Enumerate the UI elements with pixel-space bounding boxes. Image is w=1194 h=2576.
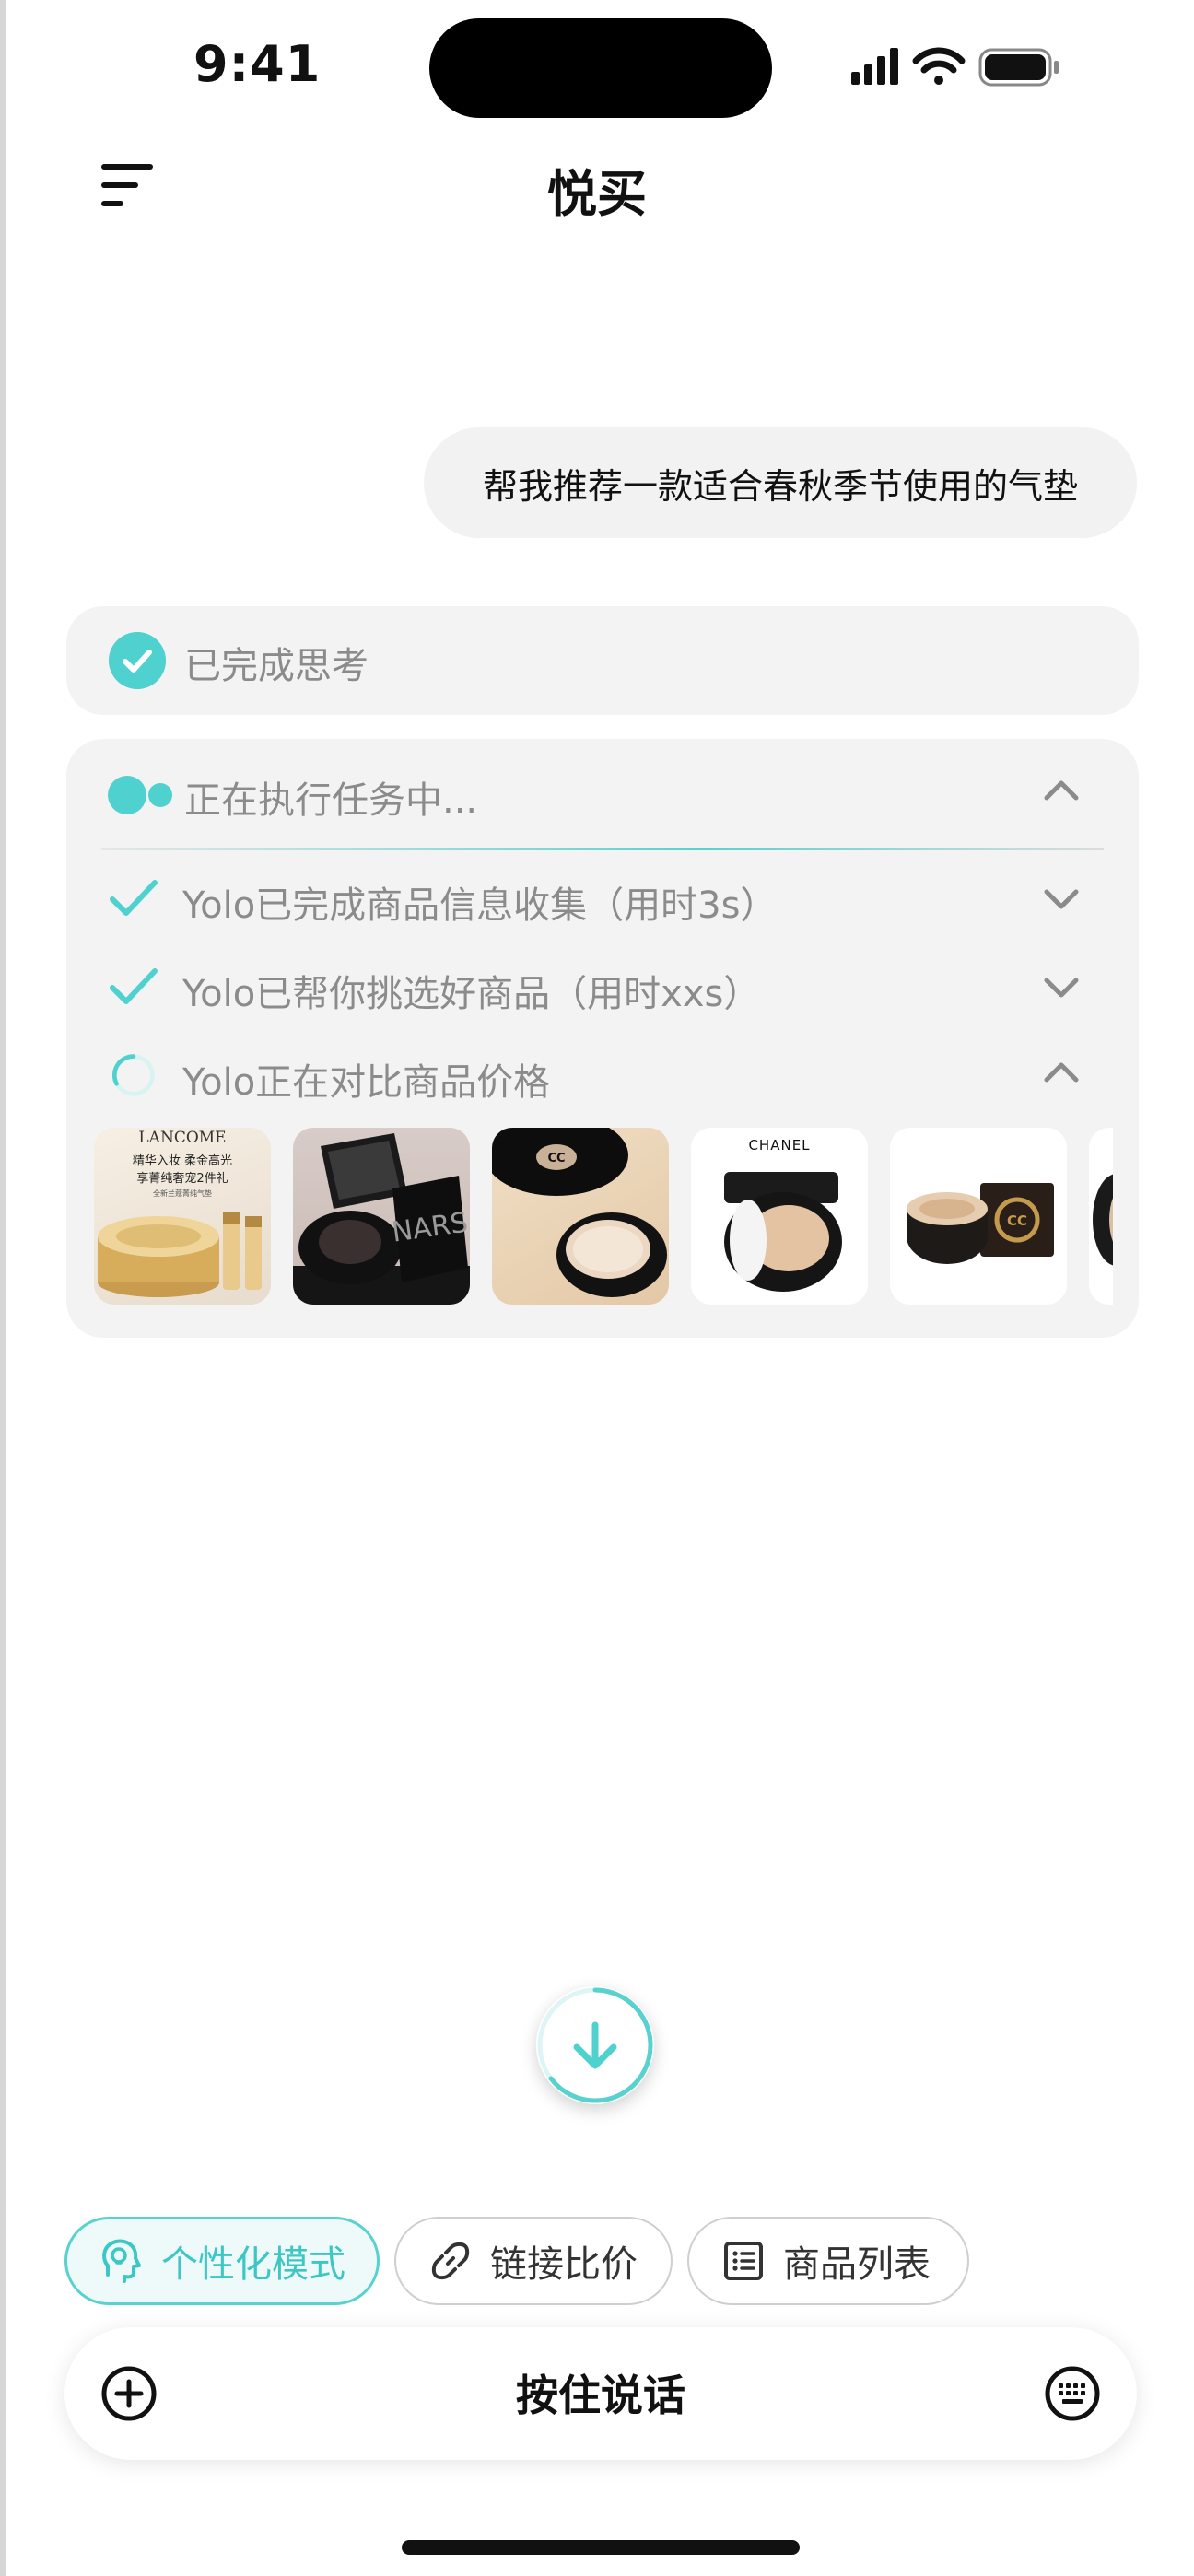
chevron-up-icon[interactable] xyxy=(1043,1060,1080,1083)
svg-text:享菁纯奢宠2件礼: 享菁纯奢宠2件礼 xyxy=(136,1171,228,1186)
personalized-mode-label: 个性化模式 xyxy=(161,2243,345,2286)
chevron-up-icon[interactable] xyxy=(1043,778,1080,802)
dynamic-island xyxy=(429,18,772,118)
link-icon xyxy=(431,2242,470,2280)
brand-logo-text: CC xyxy=(1007,1212,1027,1229)
head-bulb-icon xyxy=(102,2239,141,2283)
hold-to-talk-button[interactable]: 按住说话 xyxy=(341,2362,860,2425)
task-step-label: Yolo已完成商品信息收集（用时3s） xyxy=(182,884,778,927)
task-divider xyxy=(101,848,1104,850)
signal-icon xyxy=(851,48,898,85)
task-progress-card: 正在执行任务中... Yolo已完成商品信息收集（用时3s） Yolo已帮你挑选… xyxy=(66,739,1139,1338)
task-title: 正在执行任务中... xyxy=(184,779,478,822)
brand-logo-text: LANCOME xyxy=(138,1129,226,1147)
product-thumbnail[interactable]: CC xyxy=(492,1128,669,1305)
thinking-status-card[interactable]: 已完成思考 xyxy=(66,606,1139,715)
product-thumbnail[interactable] xyxy=(1089,1128,1113,1305)
product-image: CHANEL xyxy=(724,1137,842,1292)
brand-logo-text: CHANEL xyxy=(748,1137,810,1153)
product-thumbnail[interactable]: CC xyxy=(890,1128,1067,1305)
home-indicator xyxy=(402,2540,800,2555)
task-step-label: Yolo正在对比商品价格 xyxy=(182,1061,551,1104)
brand-logo-text: CC xyxy=(547,1152,565,1165)
page-title: 悦买 xyxy=(547,165,647,223)
task-step[interactable]: Yolo已帮你挑选好商品（用时xxs） xyxy=(66,951,1139,1025)
keyboard-icon[interactable] xyxy=(1043,2364,1102,2423)
link-compare-chip[interactable]: 链接比价 xyxy=(394,2217,673,2305)
svg-text:精华入妆 柔金高光: 精华入妆 柔金高光 xyxy=(133,1153,232,1168)
task-step-label: Yolo已帮你挑选好商品（用时xxs） xyxy=(182,973,761,1015)
user-message-bubble: 帮我推荐一款适合春秋季节使用的气垫 xyxy=(424,427,1137,538)
chevron-down-icon[interactable] xyxy=(1043,888,1080,912)
chevron-down-icon[interactable] xyxy=(1043,977,1080,1001)
window-edge xyxy=(0,0,6,2576)
product-image xyxy=(1093,1174,1113,1266)
product-list-label: 商品列表 xyxy=(783,2243,931,2286)
product-image: CC xyxy=(907,1183,1054,1264)
task-step[interactable]: Yolo已完成商品信息收集（用时3s） xyxy=(66,862,1139,936)
loading-spinner-icon xyxy=(111,1054,155,1096)
status-time: 9:41 xyxy=(193,35,322,93)
check-icon xyxy=(110,880,158,916)
loading-dots-icon xyxy=(108,776,172,814)
product-thumbnail[interactable]: LANCOME 精华入妆 柔金高光 享菁纯奢宠2件礼 全新兰蔻菁纯气垫 xyxy=(94,1128,271,1305)
check-circle-icon xyxy=(109,632,166,689)
check-icon xyxy=(110,968,158,1004)
battery-icon xyxy=(978,48,1059,87)
product-image: LANCOME 精华入妆 柔金高光 享菁纯奢宠2件礼 全新兰蔻菁纯气垫 xyxy=(98,1129,262,1297)
product-thumbnail[interactable]: CHANEL xyxy=(691,1128,868,1305)
product-thumbnail[interactable]: NARS xyxy=(293,1128,470,1305)
product-image: CC xyxy=(492,1128,667,1297)
scroll-to-bottom-button[interactable] xyxy=(536,1986,654,2104)
product-list-chip[interactable]: 商品列表 xyxy=(687,2217,969,2305)
status-icons xyxy=(851,47,1059,87)
list-icon xyxy=(724,2242,763,2280)
link-compare-label: 链接比价 xyxy=(490,2243,638,2286)
plus-circle-icon[interactable] xyxy=(100,2364,158,2423)
thinking-label: 已完成思考 xyxy=(184,645,369,687)
svg-text:全新兰蔻菁纯气垫: 全新兰蔻菁纯气垫 xyxy=(153,1188,212,1198)
voice-input-bar: 按住说话 xyxy=(64,2327,1137,2460)
wifi-icon xyxy=(912,47,966,85)
arrow-down-icon xyxy=(537,1987,653,2103)
personalized-mode-chip[interactable]: 个性化模式 xyxy=(64,2217,380,2305)
menu-icon[interactable] xyxy=(98,157,162,212)
product-thumbnail-strip[interactable]: LANCOME 精华入妆 柔金高光 享菁纯奢宠2件礼 全新兰蔻菁纯气垫 NARS… xyxy=(94,1128,1113,1306)
task-step[interactable]: Yolo正在对比商品价格 xyxy=(66,1039,1139,1113)
product-image: NARS xyxy=(293,1133,470,1305)
